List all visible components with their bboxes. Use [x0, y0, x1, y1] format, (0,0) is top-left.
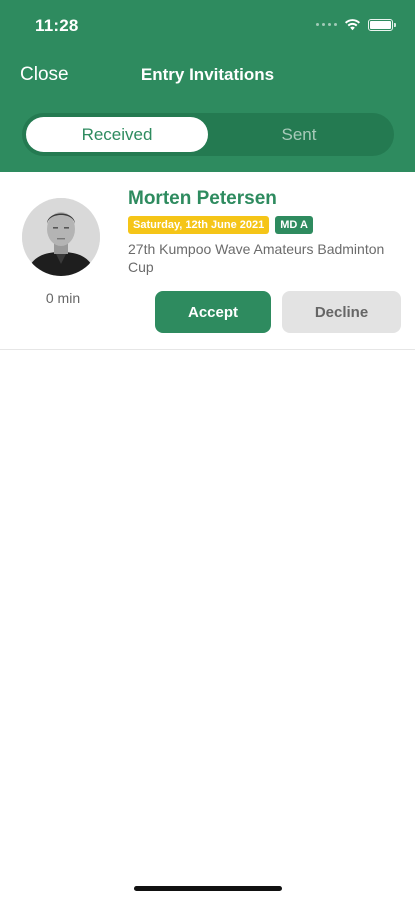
decline-button[interactable]: Decline — [282, 291, 401, 333]
tournament-name: 27th Kumpoo Wave Amateurs Badminton Cup — [128, 241, 385, 275]
invitation-card: 0 min Morten Petersen Saturday, 12th Jun… — [0, 172, 415, 350]
category-badge: MD A — [275, 216, 313, 234]
segmented-control: Received Sent — [22, 113, 394, 156]
date-badge: Saturday, 12th June 2021 — [128, 216, 270, 234]
home-indicator — [134, 886, 282, 891]
page-title: Entry Invitations — [140, 65, 275, 84]
battery-icon — [368, 18, 396, 31]
wifi-icon — [345, 19, 360, 31]
elapsed-time: 0 min — [45, 290, 81, 306]
person-photo-icon — [22, 198, 100, 276]
accept-button[interactable]: Accept — [155, 291, 271, 333]
inviter-name: Morten Petersen — [128, 188, 277, 209]
avatar — [22, 198, 100, 276]
badges: Saturday, 12th June 2021 MD A — [128, 216, 313, 234]
screen: 11:28 Close Entry Invitations Received S… — [0, 0, 415, 900]
tab-sent[interactable]: Sent — [208, 117, 390, 152]
header: 11:28 Close Entry Invitations Received S… — [0, 0, 415, 172]
status-time: 11:28 — [35, 16, 79, 35]
tab-received[interactable]: Received — [26, 117, 208, 152]
status-bar: 11:28 — [0, 0, 415, 52]
cellular-signal-icon — [316, 23, 337, 26]
status-icons — [316, 18, 396, 31]
